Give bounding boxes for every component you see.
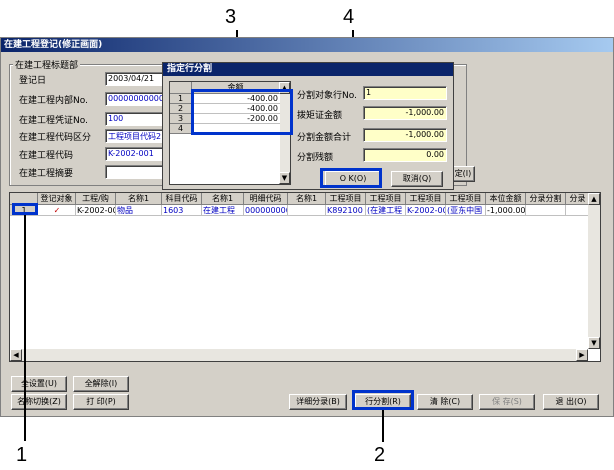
grid-cell-entry[interactable] (566, 205, 590, 216)
grid-cell-project-purchase[interactable]: K-2002-00 (76, 205, 116, 216)
voucher-no-field[interactable]: 100 (105, 112, 165, 126)
label-register-date: 登记日 (19, 76, 47, 86)
split-row-number: 3 (170, 114, 192, 124)
deselect-all-button[interactable]: 全解除(I) (73, 376, 129, 392)
highlight-row-number (12, 203, 38, 215)
callout-2-line (382, 410, 384, 442)
label-project-summary: 在建工程摘要 (19, 169, 74, 179)
split-remainder-field: 0.00 (363, 148, 447, 162)
grid-cell-name1-b[interactable]: 在建工程 (202, 205, 244, 216)
label-split-total: 分割金额合计 (297, 133, 352, 143)
window-title: 在建工程登记(修正画面) (1, 38, 613, 52)
highlight-ok-button (320, 168, 382, 188)
grid-header-name1-a[interactable]: 名称1 (116, 193, 162, 205)
label-split-remainder: 分割残额 (297, 153, 334, 163)
voucher-amount-field: -1,000.00 (363, 106, 447, 120)
label-code-category: 在建工程代码区分 (19, 133, 92, 143)
label-voucher-no: 在建工程凭证No. (19, 116, 88, 126)
grid-header-name1-b[interactable]: 名称1 (202, 193, 244, 205)
split-table-corner (170, 82, 192, 94)
grid-header-detail-code[interactable]: 明细代码 (244, 193, 288, 205)
callout-2: 2 (374, 444, 386, 466)
grid-header-project-item-c[interactable]: 工程项目 (406, 193, 446, 205)
grid-header-project-purchase[interactable]: 工程/购 (76, 193, 116, 205)
grid-header-entry[interactable]: 分录 (566, 193, 590, 205)
grid-cell-register-checkbox[interactable]: ✓ (38, 205, 76, 216)
highlight-row-split-button (352, 390, 414, 410)
grid-cell-project-item-a[interactable]: K892100 (326, 205, 366, 216)
register-date-field[interactable]: 2003/04/21 (105, 72, 165, 86)
scroll-right-arrow-icon[interactable]: ▶ (576, 349, 588, 361)
split-row-number: 4 (170, 124, 192, 134)
split-total-field: -1,000.00 (363, 128, 447, 142)
split-target-row-field[interactable]: 1 (363, 86, 447, 100)
split-row-number: 2 (170, 104, 192, 114)
grid-header-account-code[interactable]: 科目代码 (162, 193, 202, 205)
grid-cell-name1-a[interactable]: 物品 (116, 205, 162, 216)
grid-cell-name1-c[interactable] (288, 205, 326, 216)
callout-4: 4 (343, 6, 355, 28)
callout-1-line (24, 215, 26, 441)
grid-cell-base-amount[interactable]: -1,000.00 (486, 205, 526, 216)
label-voucher-amount: 拨矩证金额 (297, 111, 343, 121)
save-button[interactable]: 保 存(S) (479, 394, 535, 410)
code-category-field[interactable]: 工程项目代码2 (105, 129, 165, 143)
detail-entry-button[interactable]: 详细分录(B) (289, 394, 347, 410)
scroll-up-arrow-icon[interactable]: ▲ (588, 193, 600, 205)
grid-cell-account-code[interactable]: 1603 (162, 205, 202, 216)
internal-no-field[interactable]: 000000000007 (105, 92, 165, 106)
grid-cell-detail-code[interactable]: 000000000 (244, 205, 288, 216)
callout-3: 3 (225, 6, 237, 28)
entries-grid: 登记对象 工程/购 名称1 科目代码 名称1 明细代码 名称1 工程项目 工程项… (9, 192, 601, 362)
grid-cell-project-item-b[interactable]: (在建工程 (366, 205, 406, 216)
split-row-number: 1 (170, 94, 192, 104)
grid-header-base-amount[interactable]: 本位金额 (486, 193, 526, 205)
select-all-button[interactable]: 全设置(U) (11, 376, 67, 392)
clear-button[interactable]: 清 除(C) (417, 394, 473, 410)
print-button[interactable]: 打 印(P) (73, 394, 129, 410)
project-code-field[interactable]: K-2002-001 (105, 147, 165, 161)
exit-button[interactable]: 退 出(O) (543, 394, 599, 410)
name-toggle-button[interactable]: 名称切换(Z) (11, 394, 67, 410)
callout-1: 1 (16, 444, 28, 466)
label-internal-no: 在建工程内部No. (19, 96, 88, 106)
grid-vertical-scrollbar[interactable] (588, 193, 600, 349)
partially-hidden-button[interactable]: 定(I) (451, 166, 475, 182)
grid-header-project-item-a[interactable]: 工程项目 (326, 193, 366, 205)
cancel-button[interactable]: 取消(Q) (391, 171, 443, 187)
grid-cell-project-item-d[interactable]: (亚东中国 (446, 205, 486, 216)
grid-header-project-item-b[interactable]: 工程项目 (366, 193, 406, 205)
header-group-title: 在建工程标题部 (13, 58, 81, 71)
split-scroll-down-icon[interactable]: ▼ (279, 172, 290, 184)
label-split-target-row: 分割对象行No. (297, 91, 357, 101)
grid-horizontal-scrollbar[interactable] (10, 349, 588, 361)
grid-header-project-item-d[interactable]: 工程项目 (446, 193, 486, 205)
grid-cell-entry-split[interactable] (526, 205, 566, 216)
grid-header-register-target[interactable]: 登记对象 (38, 193, 76, 205)
scroll-down-arrow-icon[interactable]: ▼ (588, 337, 600, 349)
scroll-left-arrow-icon[interactable]: ◀ (10, 349, 22, 361)
grid-header-entry-split[interactable]: 分录分割 (526, 193, 566, 205)
grid-cell-project-item-c[interactable]: K-2002-00 (406, 205, 446, 216)
highlight-split-amounts (191, 89, 293, 135)
label-project-code: 在建工程代码 (19, 151, 74, 161)
grid-header-name1-c[interactable]: 名称1 (288, 193, 326, 205)
project-summary-field[interactable] (105, 165, 165, 179)
dialog-title: 指定行分割 (163, 63, 453, 76)
